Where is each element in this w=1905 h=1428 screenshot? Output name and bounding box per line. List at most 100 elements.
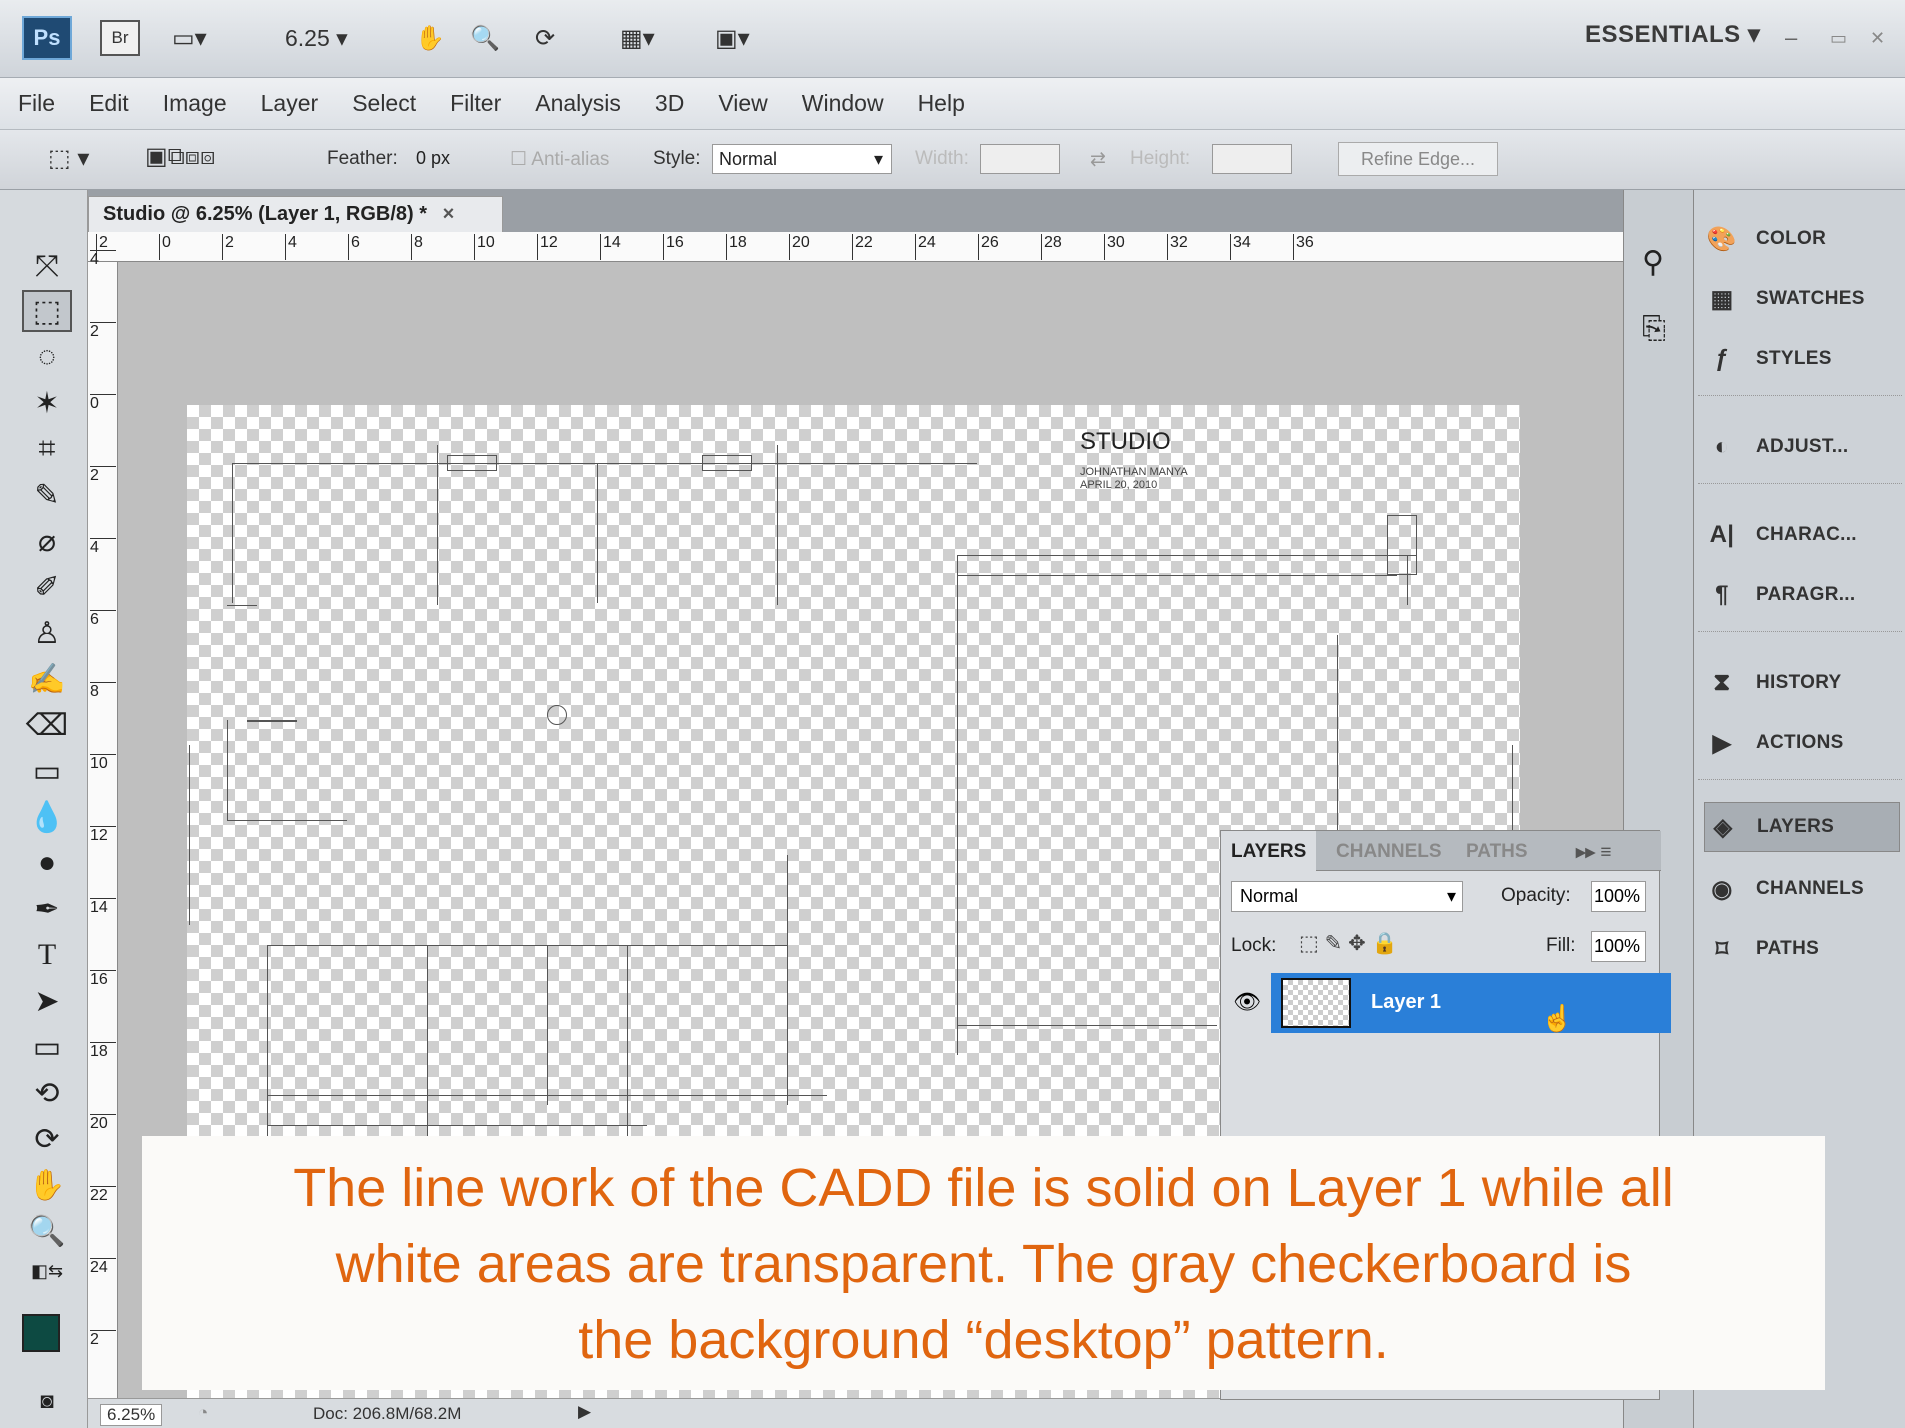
hand-tool-box-icon[interactable]: ✋ <box>22 1164 72 1206</box>
width-field[interactable] <box>980 144 1060 174</box>
hand-tool-icon[interactable]: ✋ <box>415 18 445 58</box>
panel-paragraph[interactable]: ¶ PARAGR... <box>1704 570 1900 620</box>
ruler-tick-label: 2 <box>222 234 234 260</box>
panel-adjustments[interactable]: ◐ ADJUST... <box>1704 422 1900 472</box>
menu-3d[interactable]: 3D <box>655 90 684 117</box>
ruler-tick-label: 14 <box>90 898 116 917</box>
clone-source-icon[interactable]: ⎘ <box>1642 312 1666 346</box>
layer-row-layer-1[interactable]: Layer 1 ☝ <box>1271 973 1671 1033</box>
3d-rotate-icon[interactable]: ⟲ <box>22 1072 72 1114</box>
healing-brush-icon[interactable]: ⌀ <box>22 520 72 562</box>
menu-view[interactable]: View <box>718 90 767 117</box>
menu-help[interactable]: Help <box>918 90 965 117</box>
panel-swatches[interactable]: ▦ SWATCHES <box>1704 274 1900 324</box>
panel-swatches-label: SWATCHES <box>1756 288 1865 309</box>
move-tool-icon[interactable]: ⤧ <box>22 246 72 288</box>
refine-edge-button[interactable]: Refine Edge... <box>1338 142 1498 176</box>
zoom-tool-icon[interactable]: 🔍 <box>470 18 500 58</box>
panel-menu-icon[interactable]: ▸▸ ≡ <box>1576 841 1611 864</box>
panel-layers[interactable]: ◈ LAYERS <box>1704 802 1900 852</box>
screen-mode-icon[interactable]: ▭▾ <box>172 18 207 58</box>
quick-mask-icon[interactable]: ◙ <box>22 1380 72 1422</box>
3d-orbit-icon[interactable]: ⟳ <box>22 1118 72 1160</box>
workspace-switcher[interactable]: ESSENTIALS ▾ <box>1585 20 1760 49</box>
ruler-tick-label: 2 <box>90 1330 116 1349</box>
panel-character[interactable]: A| CHARAC... <box>1704 510 1900 560</box>
caption-line-3: the background “desktop” pattern. <box>578 1310 1389 1370</box>
rotate-view-icon[interactable]: ⟳ <box>535 18 555 58</box>
photoshop-logo[interactable]: Ps <box>22 16 72 60</box>
menu-edit[interactable]: Edit <box>89 90 129 117</box>
tab-channels[interactable]: CHANNELS <box>1336 841 1442 863</box>
close-window-icon[interactable]: ✕ <box>1870 18 1885 58</box>
marquee-preset-icon[interactable]: ⬚ ▾ <box>48 144 89 173</box>
status-menu-arrow-icon[interactable]: ▶ <box>578 1402 591 1422</box>
selection-mode-icons[interactable]: ▣⧉⧈⧇ <box>145 142 215 171</box>
blend-mode-select[interactable]: Normal ▾ <box>1231 881 1463 912</box>
zoom-tool-box-icon[interactable]: 🔍 <box>22 1210 72 1252</box>
eye-visibility-icon[interactable]: 👁 <box>1233 989 1261 1015</box>
menu-file[interactable]: File <box>18 90 55 117</box>
panel-channels[interactable]: ◉ CHANNELS <box>1704 864 1900 914</box>
cad-line <box>427 945 428 1145</box>
maximize-icon[interactable]: ▭ <box>1830 18 1847 58</box>
menu-select[interactable]: Select <box>352 90 416 117</box>
ruler-tick-label: 6 <box>348 234 360 260</box>
fill-field[interactable]: 100% <box>1591 931 1646 962</box>
blend-mode-value: Normal <box>1240 886 1299 906</box>
type-tool-icon[interactable]: T <box>22 934 72 976</box>
arrange-documents-icon[interactable]: ▦▾ <box>620 18 655 58</box>
gradient-tool-icon[interactable]: ▭ <box>22 750 72 792</box>
photoshop-window: Ps Br ▭▾ 6.25 ▾ ✋ 🔍 ⟳ ▦▾ ▣▾ ESSENTIALS ▾… <box>0 0 1905 1428</box>
tab-layers[interactable]: LAYERS <box>1221 831 1317 871</box>
menu-layer[interactable]: Layer <box>261 90 319 117</box>
panel-color[interactable]: 🎨 COLOR <box>1704 214 1900 264</box>
path-selection-icon[interactable]: ➤ <box>22 980 72 1022</box>
document-tab[interactable]: Studio @ 6.25% (Layer 1, RGB/8) * × <box>88 196 503 232</box>
menu-filter[interactable]: Filter <box>450 90 501 117</box>
layer-name: Layer 1 <box>1371 991 1442 1013</box>
menu-analysis[interactable]: Analysis <box>535 90 621 117</box>
lock-icons[interactable]: ⬚ ✎ ✥ 🔒 <box>1299 931 1398 956</box>
panel-actions[interactable]: ▶ ACTIONS <box>1704 718 1900 768</box>
brush-tool-icon[interactable]: ✐ <box>22 566 72 608</box>
magic-wand-icon[interactable]: ✶ <box>22 382 72 424</box>
height-field[interactable] <box>1212 144 1292 174</box>
history-icon: ⧗ <box>1713 669 1731 696</box>
tab-paths[interactable]: PATHS <box>1466 841 1528 863</box>
tool-presets-icon[interactable]: ⚲ <box>1642 245 1664 280</box>
swap-icon[interactable]: ⇄ <box>1090 148 1106 171</box>
shape-tool-icon[interactable]: ▭ <box>22 1026 72 1068</box>
clone-stamp-icon[interactable]: ♙ <box>22 612 72 654</box>
panel-paths[interactable]: ⌑ PATHS <box>1704 924 1900 974</box>
antialias-checkbox[interactable]: ☐ Anti-alias <box>510 148 609 171</box>
style-select[interactable]: Normal ▾ <box>712 144 892 174</box>
bridge-button[interactable]: Br <box>100 20 140 56</box>
dodge-tool-icon[interactable]: ● <box>22 842 72 884</box>
foreground-color-swatch[interactable] <box>22 1314 60 1352</box>
zoom-status-field[interactable]: 6.25% <box>100 1404 163 1426</box>
marquee-tool-icon[interactable]: ⬚ <box>22 290 72 332</box>
panel-styles[interactable]: ƒ STYLES <box>1704 334 1900 384</box>
close-document-icon[interactable]: × <box>443 203 455 225</box>
cad-symbol <box>547 705 567 725</box>
screen-mode-dropdown-icon[interactable]: ▣▾ <box>715 18 750 58</box>
eyedropper-icon[interactable]: ✎ <box>22 474 72 516</box>
panel-history[interactable]: ⧗ HISTORY <box>1704 658 1900 708</box>
ruler-tick-label: 0 <box>90 394 116 413</box>
crop-tool-icon[interactable]: ⌗ <box>22 428 72 470</box>
status-info-icon[interactable]: ◔ <box>198 1403 208 1423</box>
zoom-level-dropdown[interactable]: 6.25 ▾ <box>285 18 348 58</box>
history-brush-icon[interactable]: ✍ <box>22 658 72 700</box>
swap-colors-icon[interactable]: ◧⇆ <box>22 1250 72 1292</box>
eraser-icon[interactable]: ⌫ <box>22 704 72 746</box>
pen-tool-icon[interactable]: ✒ <box>22 888 72 930</box>
lasso-tool-icon[interactable]: ◌ <box>22 336 72 378</box>
menu-window[interactable]: Window <box>802 90 884 117</box>
feather-field[interactable]: 0 px <box>410 144 490 174</box>
menu-image[interactable]: Image <box>163 90 227 117</box>
minimize-icon[interactable]: – <box>1785 18 1797 58</box>
ruler-tick-label: 4 <box>90 538 116 557</box>
opacity-field[interactable]: 100% <box>1591 881 1646 912</box>
blur-tool-icon[interactable]: 💧 <box>22 796 72 838</box>
